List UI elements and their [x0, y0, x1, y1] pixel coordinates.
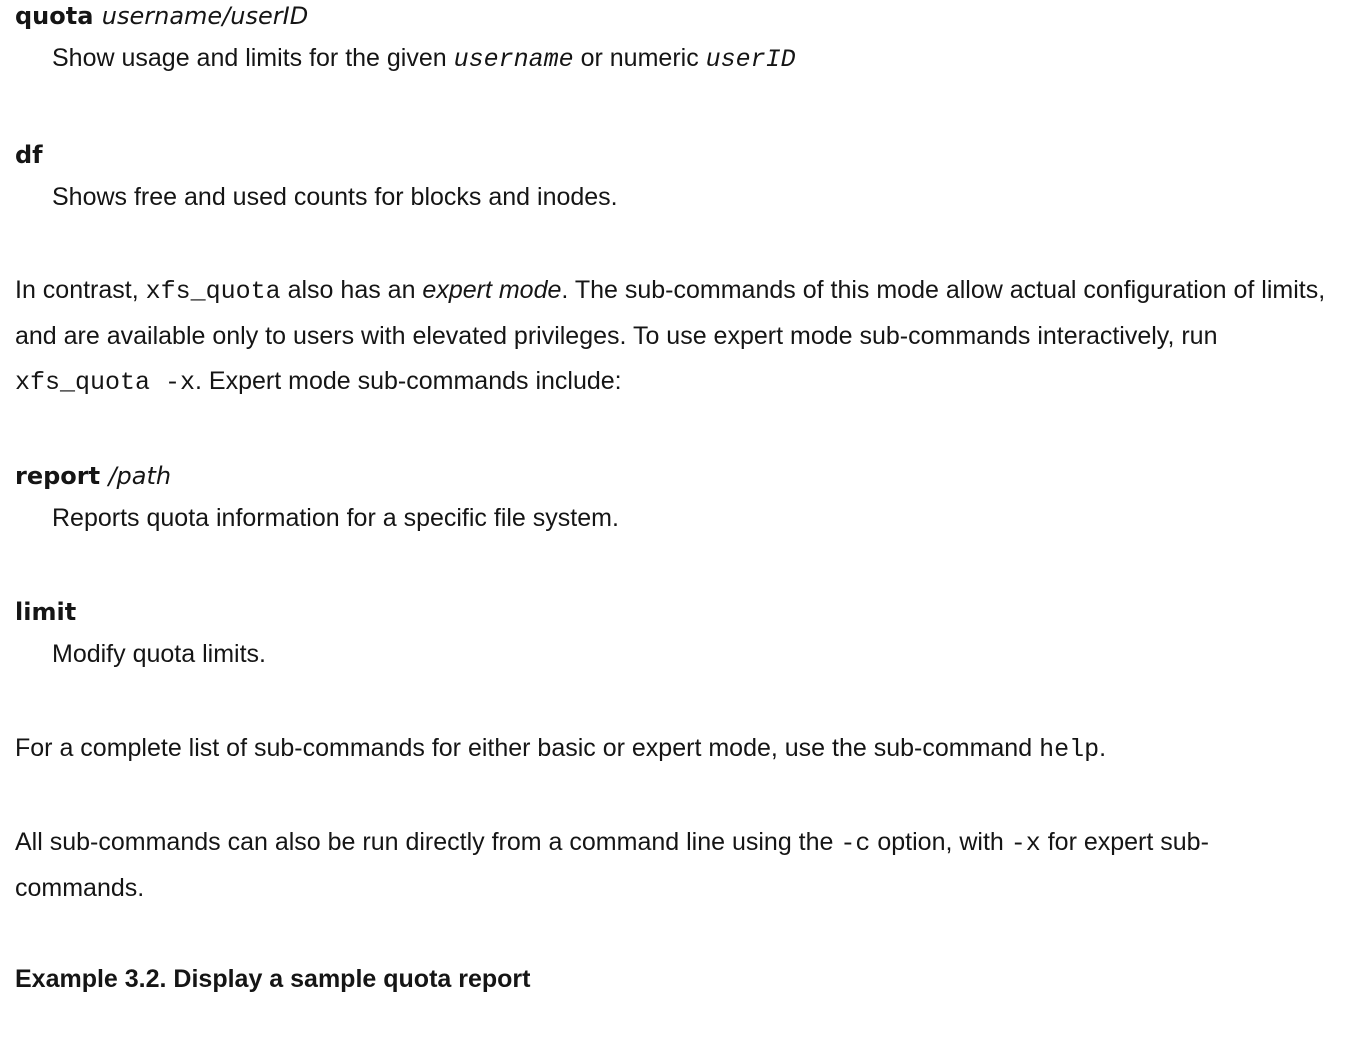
- emphasis-expert-mode: expert mode: [422, 276, 562, 304]
- code-c-option: -c: [840, 829, 871, 858]
- term-limit: limit: [15, 598, 76, 626]
- example-title: Example 3.2. Display a sample quota repo…: [15, 965, 531, 993]
- term-name: limit: [15, 598, 77, 626]
- term-report: report /path: [15, 462, 171, 490]
- term-df: df: [15, 141, 43, 169]
- para-text: . Expert mode sub-commands include:: [195, 367, 622, 395]
- term-name: quota: [15, 2, 94, 30]
- code-xfs-quota-x: xfs_quota -x: [15, 368, 196, 397]
- term-name: report: [15, 462, 101, 490]
- code-username: username: [453, 45, 574, 74]
- term-quota: quota username/userID: [15, 2, 308, 30]
- definition-limit: Modify quota limits.: [52, 640, 266, 668]
- para-text: .: [1099, 734, 1107, 762]
- paragraph-command-line: All sub-commands can also be run directl…: [15, 820, 1315, 911]
- code-userid: userID: [705, 45, 796, 74]
- para-text: also has an: [280, 276, 423, 304]
- code-x-option: -x: [1010, 829, 1041, 858]
- term-argument: username/userID: [101, 2, 309, 30]
- term-argument: /path: [108, 462, 172, 490]
- paragraph-help: For a complete list of sub-commands for …: [15, 726, 1355, 772]
- definition-df: Shows free and used counts for blocks an…: [52, 183, 618, 211]
- definition-report: Reports quota information for a specific…: [52, 504, 619, 532]
- paragraph-expert-mode: In contrast, xfs_quota also has an exper…: [15, 268, 1355, 405]
- desc-text: Show usage and limits for the given: [52, 44, 454, 72]
- code-xfs-quota: xfs_quota: [145, 277, 281, 306]
- term-name: df: [15, 141, 43, 169]
- code-help: help: [1039, 735, 1100, 764]
- para-text: In contrast,: [15, 276, 146, 304]
- para-text: option, with: [870, 828, 1011, 856]
- para-text: For a complete list of sub-commands for …: [15, 734, 1040, 762]
- para-text: All sub-commands can also be run directl…: [15, 828, 841, 856]
- definition-quota: Show usage and limits for the given user…: [52, 44, 796, 74]
- desc-text: or numeric: [573, 44, 706, 72]
